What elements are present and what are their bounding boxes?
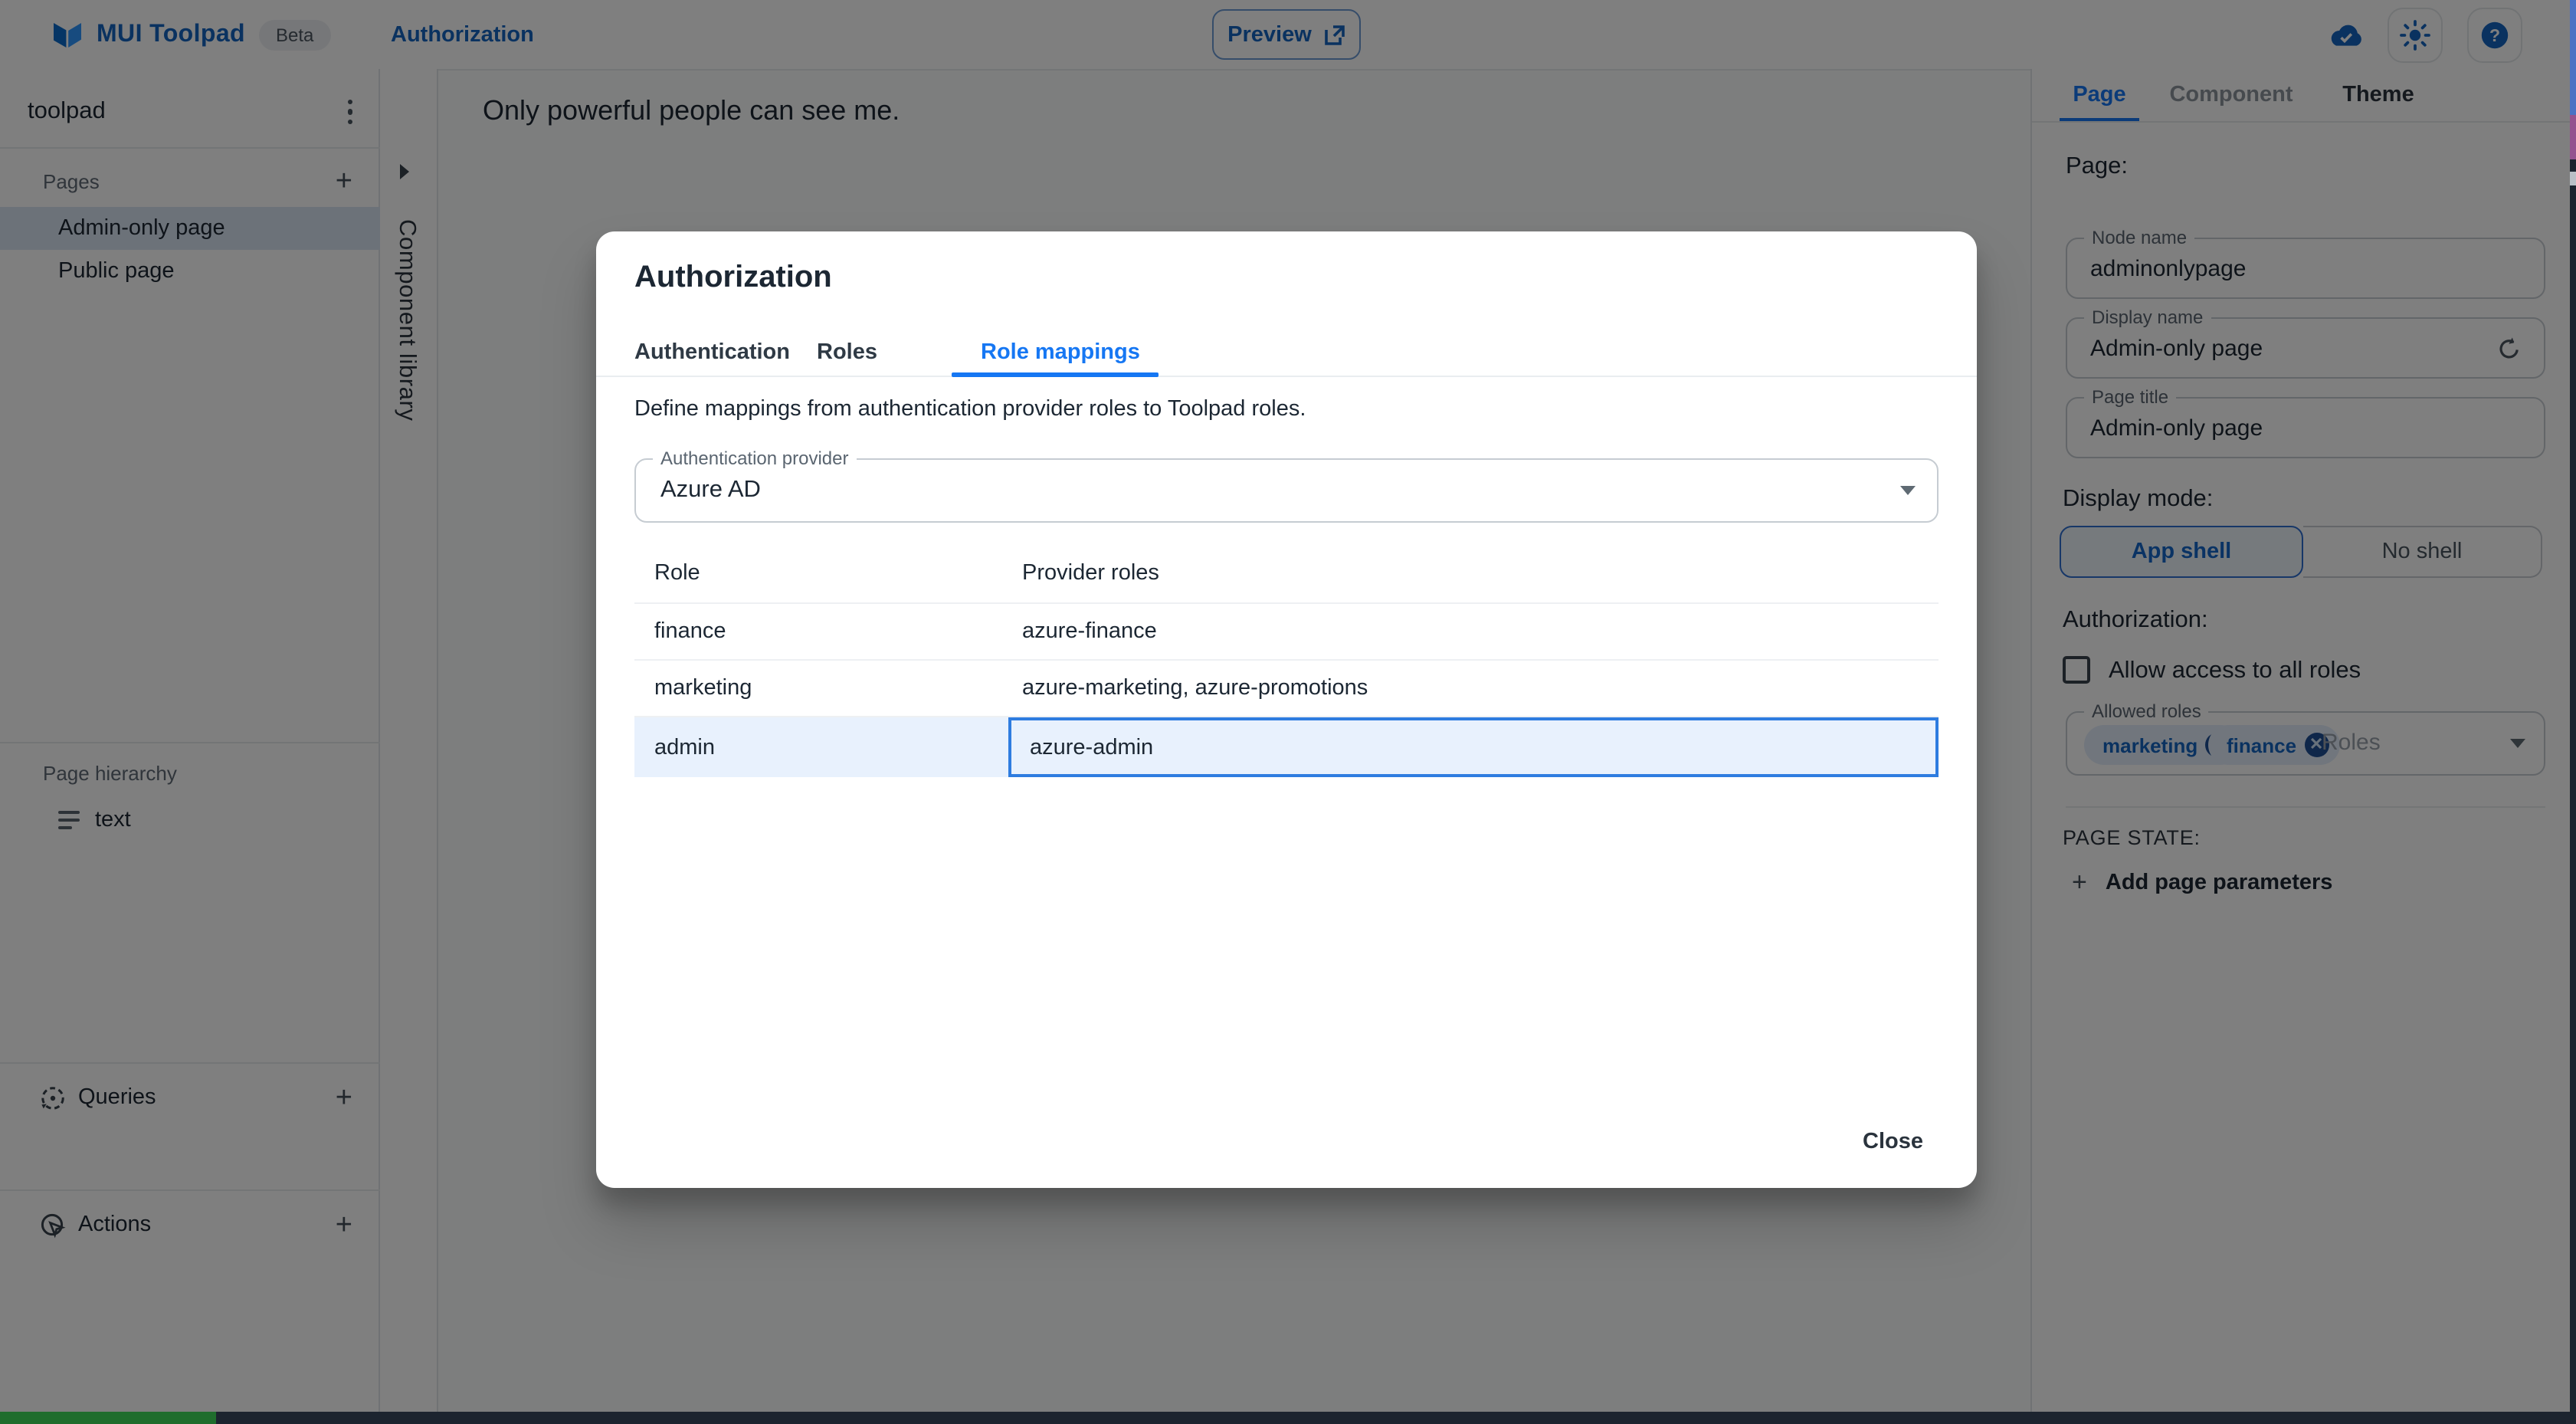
table-row[interactable]: marketing azure-marketing, azure-promoti… xyxy=(634,661,1939,717)
column-header-role: Role xyxy=(654,561,700,586)
screen-edge-artifact xyxy=(2570,159,2576,1424)
active-tab-indicator xyxy=(951,372,1159,377)
authorization-dialog: Authorization Authentication Roles Role … xyxy=(596,231,1977,1188)
tab-roles[interactable]: Roles xyxy=(817,328,877,377)
tabs-divider xyxy=(596,376,1977,377)
screen-edge-artifact xyxy=(2570,172,2576,185)
screen-edge-artifact xyxy=(2570,115,2576,159)
tab-authentication[interactable]: Authentication xyxy=(634,328,790,377)
tab-role-mappings[interactable]: Role mappings xyxy=(981,328,1140,377)
app-window: MUI Toolpad Beta Authorization Preview xyxy=(0,0,2576,1424)
table-row[interactable]: finance azure-finance xyxy=(634,604,1939,661)
screen-edge-artifact xyxy=(2570,0,2576,115)
dialog-description: Define mappings from authentication prov… xyxy=(634,397,1306,422)
provider-roles-edit-cell[interactable]: azure-admin xyxy=(1008,717,1939,777)
screen-edge-artifact xyxy=(0,1412,2576,1424)
role-mappings-table: Role Provider roles finance azure-financ… xyxy=(634,544,1939,777)
dialog-title: Authorization xyxy=(634,261,832,294)
authentication-provider-select[interactable]: Authentication provider Azure AD xyxy=(634,448,1939,523)
chevron-down-icon[interactable] xyxy=(1900,486,1916,495)
column-header-provider-roles: Provider roles xyxy=(1022,561,1159,586)
close-button[interactable]: Close xyxy=(1847,1117,1939,1166)
table-header-row: Role Provider roles xyxy=(634,544,1939,604)
screen-edge-artifact xyxy=(0,1412,216,1424)
table-row-selected[interactable]: admin azure-admin xyxy=(634,717,1939,777)
